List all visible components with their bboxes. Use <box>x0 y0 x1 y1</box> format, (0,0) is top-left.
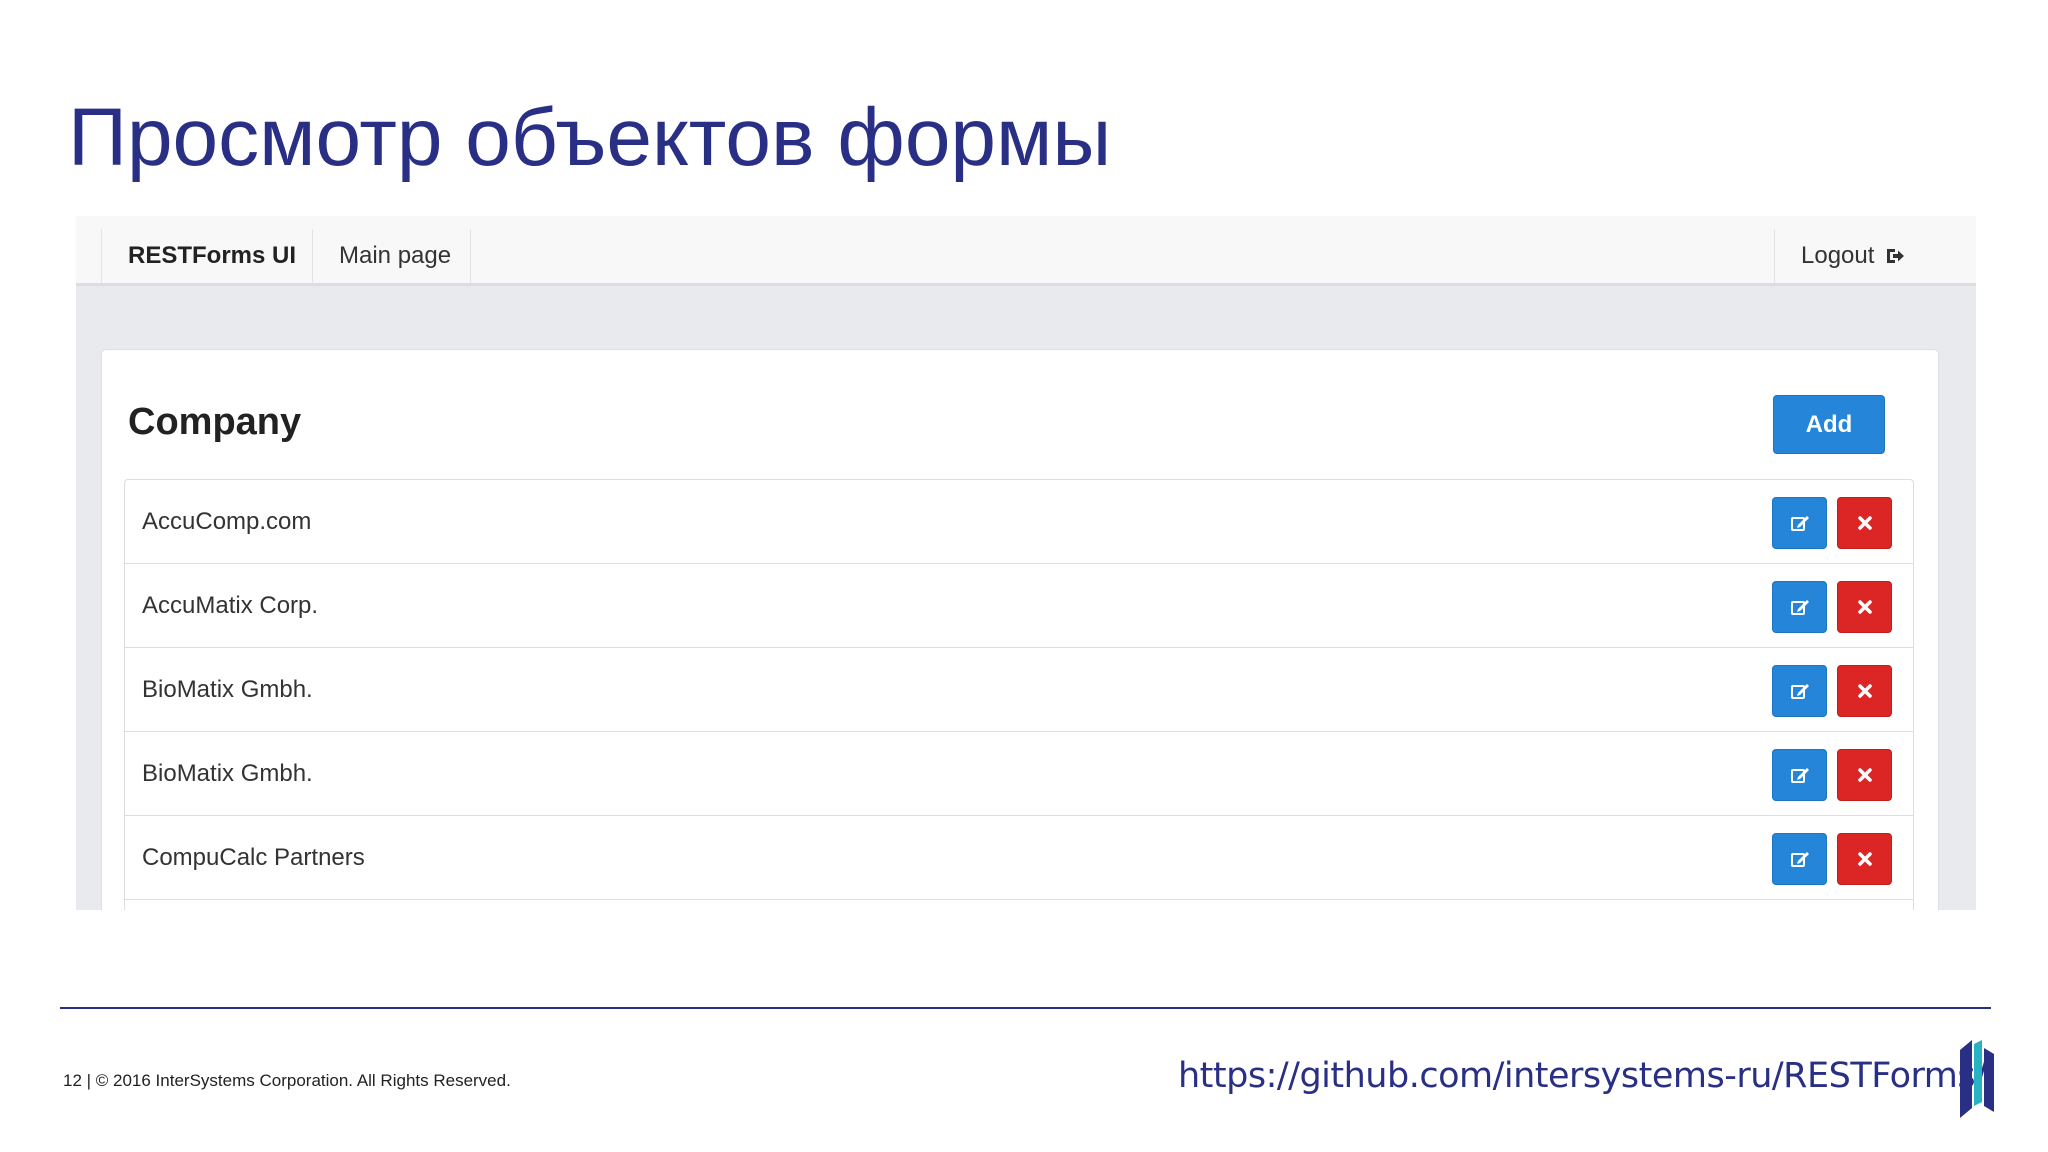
edit-button[interactable] <box>1772 665 1827 717</box>
edit-button[interactable] <box>1772 749 1827 801</box>
company-name: AccuMatix Corp. <box>142 592 319 619</box>
company-name: BioMatix Gmbh. <box>142 676 313 703</box>
close-icon <box>1854 596 1876 618</box>
close-icon <box>1854 680 1876 702</box>
edit-button[interactable] <box>1772 581 1827 633</box>
delete-button[interactable] <box>1837 833 1892 885</box>
edit-icon <box>1789 680 1811 702</box>
navbar-brand[interactable]: RESTForms UI <box>101 229 313 283</box>
delete-button[interactable] <box>1837 749 1892 801</box>
screenshot-crop-edge <box>0 910 2048 1010</box>
panel-title: Company <box>128 401 302 443</box>
sign-out-icon <box>1884 245 1906 267</box>
list-item[interactable]: AccuComp.com <box>125 480 1913 564</box>
footer-divider <box>60 1007 1991 1009</box>
list-item-partial <box>125 900 1913 910</box>
list-item[interactable]: BioMatix Gmbh. <box>125 732 1913 816</box>
navbar: RESTForms UI Main page Logout <box>76 216 1976 286</box>
edit-icon <box>1789 596 1811 618</box>
company-name: CompuCalc Partners <box>142 844 365 871</box>
close-icon <box>1854 848 1876 870</box>
slide-title: Просмотр объектов формы <box>68 92 1112 183</box>
list-item[interactable]: BioMatix Gmbh. <box>125 648 1913 732</box>
nav-main-page[interactable]: Main page <box>313 229 471 283</box>
edit-button[interactable] <box>1772 497 1827 549</box>
add-button[interactable]: Add <box>1773 395 1885 454</box>
delete-button[interactable] <box>1837 665 1892 717</box>
intersystems-logo <box>1960 1040 1994 1118</box>
close-icon <box>1854 512 1876 534</box>
edit-icon <box>1789 764 1811 786</box>
footer-copyright: 12 | © 2016 InterSystems Corporation. Al… <box>63 1071 511 1090</box>
edit-icon <box>1789 848 1811 870</box>
list-item[interactable]: CompuCalc Partners <box>125 816 1913 900</box>
delete-button[interactable] <box>1837 581 1892 633</box>
logout-label: Logout <box>1801 242 1875 269</box>
company-name: AccuComp.com <box>142 508 312 535</box>
list-item[interactable]: AccuMatix Corp. <box>125 564 1913 648</box>
logout-link[interactable]: Logout <box>1774 229 1924 283</box>
footer-url[interactable]: https://github.com/intersystems-ru/RESTF… <box>1178 1056 1987 1096</box>
close-icon <box>1854 764 1876 786</box>
company-name: BioMatix Gmbh. <box>142 760 313 787</box>
company-list: AccuComp.com AccuMatix Corp. BioMatix Gmbh… <box>124 479 1914 910</box>
delete-button[interactable] <box>1837 497 1892 549</box>
edit-icon <box>1789 512 1811 534</box>
edit-button[interactable] <box>1772 833 1827 885</box>
